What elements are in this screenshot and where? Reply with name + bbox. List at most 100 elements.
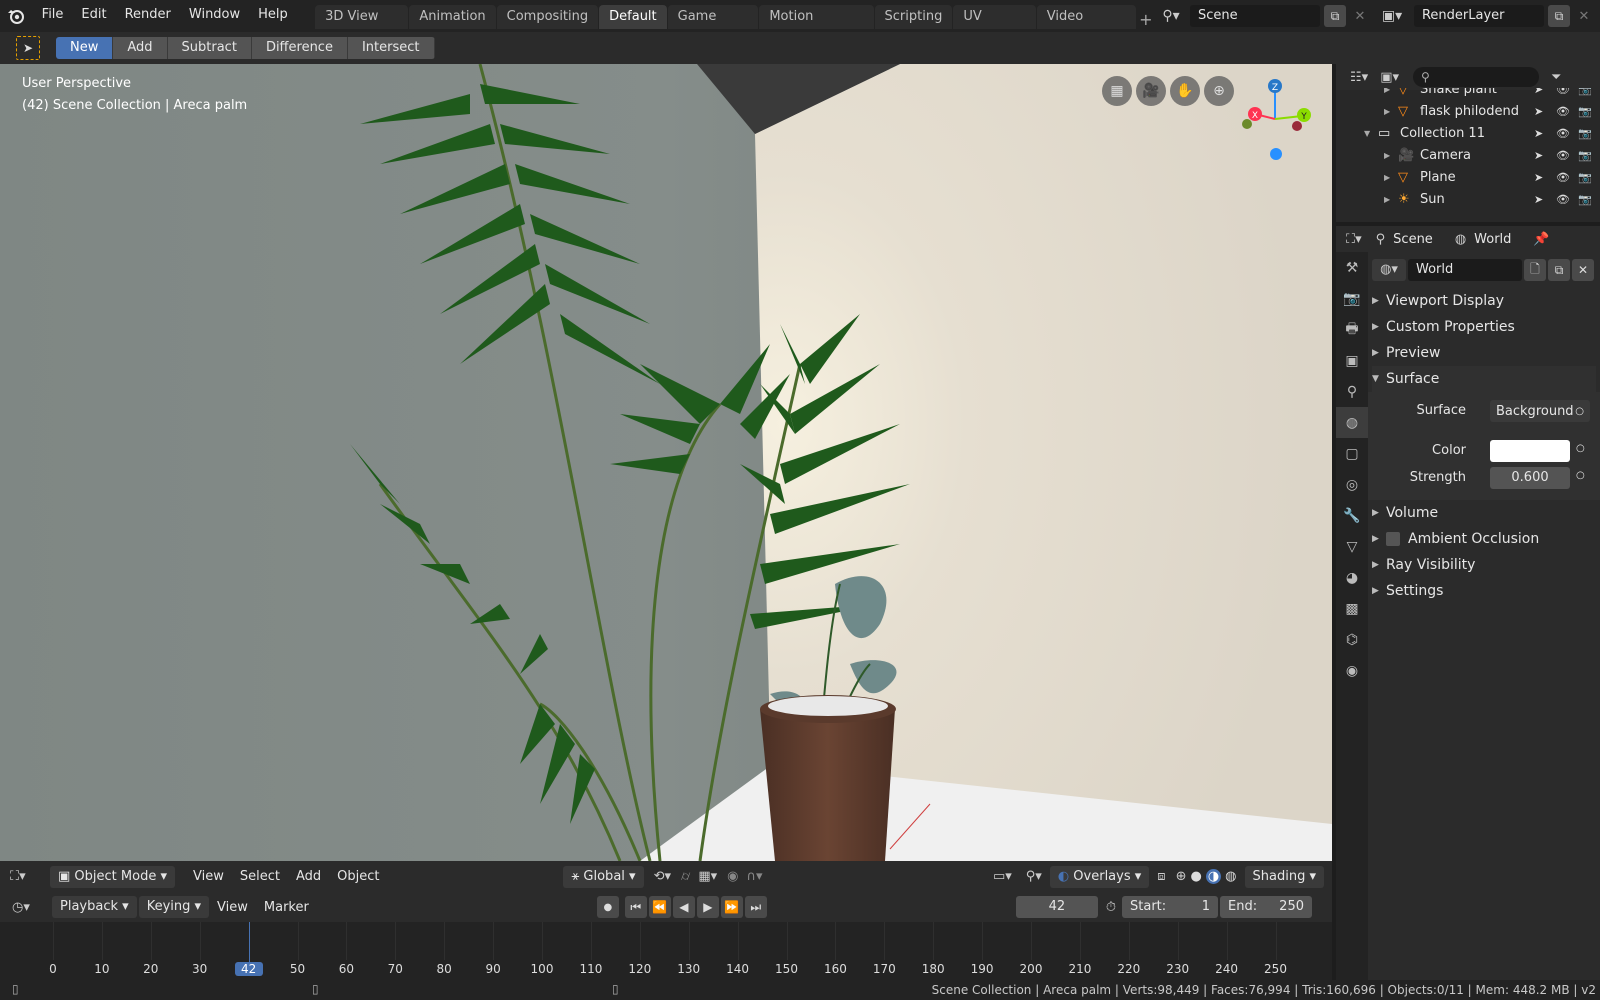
disclosure-arrow-icon[interactable]: ▶ [1384,88,1398,94]
outliner-row[interactable]: ▶▽ flask philodendro ➤👁📷 [1336,100,1600,122]
add-workspace-icon[interactable]: + [1136,10,1156,29]
render-camera-icon[interactable]: 📷 [1578,171,1600,184]
select-toggle-icon[interactable]: ➤ [1534,193,1556,206]
3d-viewport[interactable]: User Perspective (42) Scene Collection |… [0,64,1332,861]
panel-viewport-display[interactable]: ▶ Viewport Display [1372,288,1596,314]
menu-object[interactable]: Object [329,869,387,884]
mode-add-button[interactable]: Add [113,37,168,59]
mode-new-button[interactable]: New [56,37,114,59]
proportional-edit-icon[interactable]: ◉ [727,869,738,884]
gizmo-toggle-icon[interactable]: ⚲▾ [1026,869,1042,884]
blender-logo-icon[interactable] [0,0,33,32]
playhead-line[interactable] [248,922,250,962]
panel-preview[interactable]: ▶ Preview [1372,340,1596,366]
mode-subtract-button[interactable]: Subtract [167,37,252,59]
scene-render[interactable] [0,64,1332,861]
end-frame-field[interactable]: End: 250 [1220,896,1312,918]
outliner-item-name[interactable]: Camera [1420,148,1520,163]
next-keyframe-icon[interactable]: ⏩ [720,896,743,918]
new-scene-icon[interactable]: ⧉ [1323,5,1346,27]
shading-wireframe-icon[interactable]: ⊕ [1176,869,1187,884]
disclosure-arrow-icon[interactable]: ▼ [1364,129,1378,138]
play-reverse-icon[interactable]: ◀ [672,896,695,918]
visibility-eye-icon[interactable]: 👁 [1556,105,1578,118]
grid-view-icon[interactable]: ▦ [1102,76,1132,106]
timeline-menu-view[interactable]: View [209,900,256,915]
disclosure-arrow-icon[interactable]: ▶ [1384,173,1398,182]
display-mode-icon[interactable]: ▣▾ [1380,70,1399,85]
panel-settings[interactable]: ▶ Settings [1372,578,1596,604]
pivot-icon[interactable]: ⟲▾ [654,869,671,884]
outliner-item-name[interactable]: Sun [1420,192,1520,207]
strength-link-icon[interactable]: ○ [1576,470,1585,481]
disclosure-arrow-icon[interactable]: ▶ [1384,195,1398,204]
overlays-dropdown[interactable]: ◐ Overlays ▾ [1049,865,1150,888]
render-camera-icon[interactable]: 📷 [1578,127,1600,140]
tab-animation[interactable]: Animation [409,5,496,29]
select-toggle-icon[interactable]: ➤ [1534,105,1556,118]
remove-render-layer-icon[interactable]: ✕ [1574,9,1594,24]
menu-view[interactable]: View [185,869,232,884]
panel-custom-properties[interactable]: ▶ Custom Properties [1372,314,1596,340]
disclosure-arrow-icon[interactable]: ▶ [1384,151,1398,160]
physics-tab-icon[interactable]: ◎ [1336,469,1368,500]
panel-ray-visibility[interactable]: ▶ Ray Visibility [1372,552,1596,578]
outliner-row[interactable]: ▼ ▭ Collection 11 ➤ 👁 📷 [1336,122,1600,144]
tab-default[interactable]: Default [599,5,667,29]
outliner-type-icon[interactable]: ☷▾ [1350,70,1368,85]
select-box-tool-icon[interactable]: ➤ [16,36,40,60]
menu-window[interactable]: Window [180,0,249,32]
snap-target-icon[interactable]: ▦▾ [698,869,717,884]
particles-tab-icon[interactable]: ◉ [1336,655,1368,686]
mode-difference-button[interactable]: Difference [251,37,348,59]
pin-icon[interactable]: 📌 [1533,232,1549,247]
render-layer-icon[interactable]: ▣▾ [1374,8,1410,24]
tab-game-logic[interactable]: Game Logic [667,5,759,48]
outliner-search-input[interactable]: ⚲ [1413,67,1539,87]
scene-tab-icon[interactable]: ⚲ [1336,376,1368,407]
xray-icon[interactable]: ⧈ [1157,869,1165,884]
outliner-item-name[interactable]: flask philodendro [1420,104,1520,119]
render-layer-field[interactable]: RenderLayer [1413,5,1544,27]
new-render-layer-icon[interactable]: ⧉ [1547,5,1570,27]
shading-dropdown[interactable]: Shading ▾ [1244,865,1324,888]
modifier-tab-icon[interactable]: 🔧 [1336,500,1368,531]
outliner-row[interactable]: ▶ ▽ Snake plant ➤ 👁 📷 [1336,88,1600,100]
menu-help[interactable]: Help [249,0,297,32]
select-toggle-icon[interactable]: ➤ [1534,88,1556,96]
ambient-occlusion-checkbox[interactable] [1386,532,1400,546]
menu-file[interactable]: File [33,0,73,32]
tab-uv-editing[interactable]: UV Editing [953,5,1036,48]
keying-dropdown[interactable]: Keying ▾ [138,896,210,918]
timeline-track[interactable]: 0 10 20 30 42 50 60 70 80 90 100 110 120 130 140 150 160… [0,922,1332,980]
world-browse-icon[interactable]: ◍▾ [1372,259,1406,281]
render-camera-icon[interactable]: 📷 [1578,193,1600,206]
tab-compositing[interactable]: Compositing [496,5,599,29]
unlink-world-icon[interactable]: ✕ [1572,259,1594,281]
falloff-icon[interactable]: ∩▾ [746,869,762,884]
material-tab-icon[interactable]: ◕ [1336,562,1368,593]
select-toggle-icon[interactable]: ➤ [1534,149,1556,162]
world-breadcrumb[interactable]: World [1474,232,1511,247]
world-tab-icon[interactable]: ◍ [1336,407,1368,438]
pan-hand-icon[interactable]: ✋ [1170,76,1200,106]
outliner-item-name[interactable]: Snake plant [1420,88,1520,97]
tab-scripting[interactable]: Scripting [874,5,953,29]
menu-render[interactable]: Render [116,0,180,32]
disclosure-arrow-icon[interactable]: ▶ [1384,107,1398,116]
outliner-item-name[interactable]: Collection 11 [1400,126,1510,141]
tab-video-editing[interactable]: Video Editing [1036,5,1136,48]
orientation-dropdown[interactable]: ⚹ Global ▾ [563,865,644,888]
shading-rendered-icon[interactable]: ◍ [1225,869,1236,884]
outliner-row[interactable]: ▶ ☀ Sun ➤ 👁 📷 [1336,188,1600,210]
properties-type-icon[interactable]: ⛶▾ [1346,232,1362,247]
color-swatch[interactable] [1490,440,1570,462]
play-icon[interactable]: ▶ [696,896,719,918]
shading-solid-icon[interactable]: ● [1190,869,1201,884]
view-layer-tab-icon[interactable]: ▣ [1336,345,1368,376]
timeline-menu-marker[interactable]: Marker [256,900,317,915]
menu-add[interactable]: Add [288,869,329,884]
camera-view-icon[interactable]: 🎥 [1136,76,1166,106]
mesh-data-tab-icon[interactable]: ▽ [1336,531,1368,562]
timeline-editor-type-icon[interactable]: ◷▾ [12,900,46,915]
